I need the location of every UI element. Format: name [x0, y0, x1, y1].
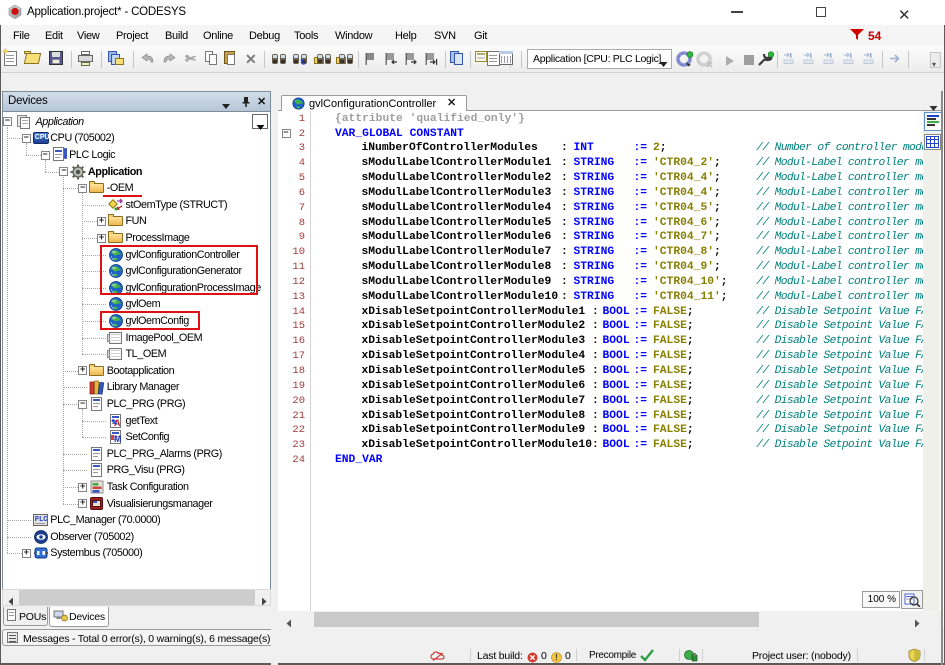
svg-text:!: ! — [555, 653, 558, 662]
